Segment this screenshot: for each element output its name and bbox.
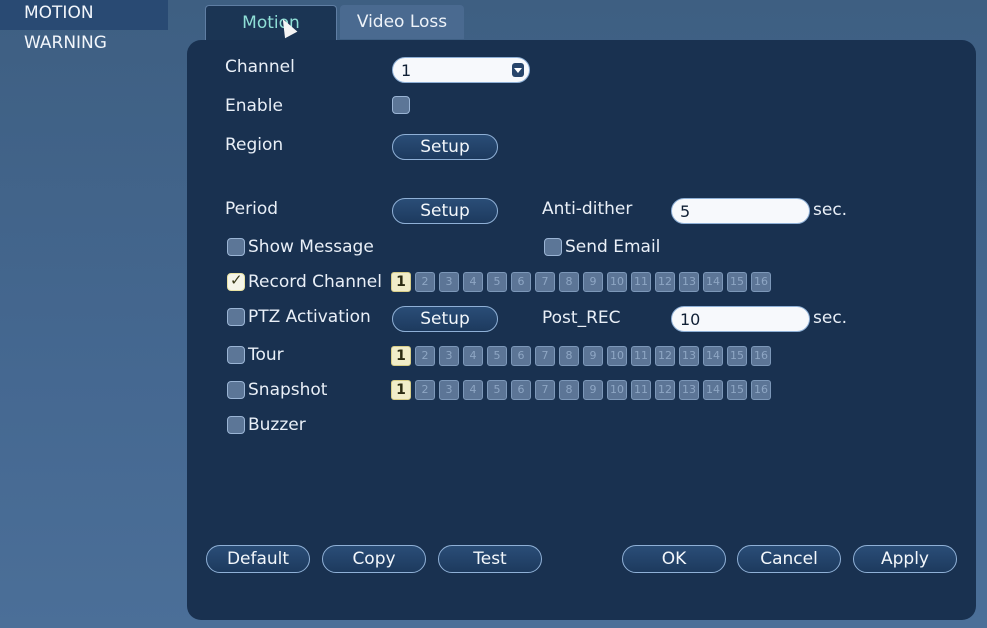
- snapshot-channel-6[interactable]: 6: [511, 380, 531, 400]
- snapshot-channel-16[interactable]: 16: [751, 380, 771, 400]
- snapshot-label: Snapshot: [248, 380, 328, 400]
- tour-channel-16[interactable]: 16: [751, 346, 771, 366]
- snapshot-channel-14[interactable]: 14: [703, 380, 723, 400]
- anti-dither-label: Anti-dither: [542, 199, 633, 219]
- snapshot-channel-13[interactable]: 13: [679, 380, 699, 400]
- record-channel-10[interactable]: 10: [607, 272, 627, 292]
- record-channel-label: Record Channel: [248, 272, 382, 292]
- ok-button[interactable]: OK: [622, 545, 726, 573]
- post-rec-input[interactable]: 10: [671, 306, 810, 332]
- anti-dither-unit: sec.: [813, 200, 848, 220]
- record-channel-16[interactable]: 16: [751, 272, 771, 292]
- enable-checkbox[interactable]: [392, 96, 410, 114]
- post-rec-unit: sec.: [813, 308, 848, 328]
- snapshot-channel-11[interactable]: 11: [631, 380, 651, 400]
- record-channel-11[interactable]: 11: [631, 272, 651, 292]
- channel-dropdown[interactable]: 1: [392, 57, 530, 83]
- tour-channel-13[interactable]: 13: [679, 346, 699, 366]
- period-label: Period: [225, 199, 279, 219]
- menu-item-motion[interactable]: MOTION: [0, 0, 168, 30]
- post-rec-label: Post_REC: [542, 308, 621, 328]
- snapshot-channel-2[interactable]: 2: [415, 380, 435, 400]
- send-email-label: Send Email: [565, 237, 661, 257]
- copy-button[interactable]: Copy: [322, 545, 426, 573]
- record-channel-6[interactable]: 6: [511, 272, 531, 292]
- test-button[interactable]: Test: [438, 545, 542, 573]
- record-channel-1[interactable]: 1: [391, 272, 411, 292]
- tour-channel-1[interactable]: 1: [391, 346, 411, 366]
- tab-bar: Motion Detect Video Loss: [205, 5, 467, 67]
- snapshot-channel-1[interactable]: 1: [391, 380, 411, 400]
- record-channel-13[interactable]: 13: [679, 272, 699, 292]
- tour-channel-8[interactable]: 8: [559, 346, 579, 366]
- anti-dither-input[interactable]: 5: [671, 198, 810, 224]
- apply-button[interactable]: Apply: [853, 545, 957, 573]
- channel-label: Channel: [225, 57, 295, 77]
- ptz-activation-checkbox[interactable]: [227, 308, 245, 326]
- record-channel-12[interactable]: 12: [655, 272, 675, 292]
- record-channel-5[interactable]: 5: [487, 272, 507, 292]
- record-channel-3[interactable]: 3: [439, 272, 459, 292]
- send-email-checkbox[interactable]: [544, 238, 562, 256]
- tour-channel-14[interactable]: 14: [703, 346, 723, 366]
- tab-video-loss[interactable]: Video Loss: [340, 5, 464, 39]
- default-button[interactable]: Default: [206, 545, 310, 573]
- snapshot-channel-7[interactable]: 7: [535, 380, 555, 400]
- record-channel-9[interactable]: 9: [583, 272, 603, 292]
- ptz-activation-label: PTZ Activation: [248, 307, 371, 327]
- tour-channel-selector: 1 2 3 4 5 6 7 8 9 10 11 12 13 14 15 16: [391, 346, 775, 366]
- menu-item-warning[interactable]: WARNING: [0, 30, 168, 62]
- snapshot-channel-10[interactable]: 10: [607, 380, 627, 400]
- snapshot-channel-4[interactable]: 4: [463, 380, 483, 400]
- record-channel-14[interactable]: 14: [703, 272, 723, 292]
- tour-channel-10[interactable]: 10: [607, 346, 627, 366]
- tour-channel-4[interactable]: 4: [463, 346, 483, 366]
- enable-label: Enable: [225, 96, 283, 116]
- tour-channel-2[interactable]: 2: [415, 346, 435, 366]
- record-channel-selector: 1 2 3 4 5 6 7 8 9 10 11 12 13 14 15 16: [391, 272, 775, 292]
- period-setup-button[interactable]: Setup: [392, 198, 498, 224]
- snapshot-channel-15[interactable]: 15: [727, 380, 747, 400]
- tour-channel-15[interactable]: 15: [727, 346, 747, 366]
- record-channel-7[interactable]: 7: [535, 272, 555, 292]
- record-channel-checkbox[interactable]: [227, 271, 245, 291]
- snapshot-checkbox[interactable]: [227, 381, 245, 399]
- tour-channel-12[interactable]: 12: [655, 346, 675, 366]
- snapshot-channel-3[interactable]: 3: [439, 380, 459, 400]
- show-message-checkbox[interactable]: [227, 238, 245, 256]
- tour-channel-6[interactable]: 6: [511, 346, 531, 366]
- left-menu: MOTION WARNING: [0, 0, 168, 62]
- cancel-button[interactable]: Cancel: [737, 545, 841, 573]
- tour-channel-5[interactable]: 5: [487, 346, 507, 366]
- region-setup-button[interactable]: Setup: [392, 134, 498, 160]
- snapshot-channel-5[interactable]: 5: [487, 380, 507, 400]
- channel-value: 1: [401, 61, 412, 80]
- record-channel-15[interactable]: 15: [727, 272, 747, 292]
- tour-channel-9[interactable]: 9: [583, 346, 603, 366]
- snapshot-channel-12[interactable]: 12: [655, 380, 675, 400]
- tour-channel-3[interactable]: 3: [439, 346, 459, 366]
- show-message-label: Show Message: [248, 237, 374, 257]
- record-channel-8[interactable]: 8: [559, 272, 579, 292]
- tour-channel-11[interactable]: 11: [631, 346, 651, 366]
- record-channel-2[interactable]: 2: [415, 272, 435, 292]
- snapshot-channel-8[interactable]: 8: [559, 380, 579, 400]
- motion-detect-panel: Channel 1 Enable Region Setup Period Set…: [187, 40, 976, 620]
- snapshot-channel-9[interactable]: 9: [583, 380, 603, 400]
- region-label: Region: [225, 135, 284, 155]
- tab-motion-detect[interactable]: Motion Detect: [205, 5, 337, 67]
- tour-checkbox[interactable]: [227, 346, 245, 364]
- buzzer-label: Buzzer: [248, 415, 306, 435]
- ptz-setup-button[interactable]: Setup: [392, 306, 498, 332]
- chevron-down-icon[interactable]: [512, 63, 524, 77]
- tour-label: Tour: [248, 345, 284, 365]
- tour-channel-7[interactable]: 7: [535, 346, 555, 366]
- snapshot-channel-selector: 1 2 3 4 5 6 7 8 9 10 11 12 13 14 15 16: [391, 380, 775, 400]
- record-channel-4[interactable]: 4: [463, 272, 483, 292]
- buzzer-checkbox[interactable]: [227, 416, 245, 434]
